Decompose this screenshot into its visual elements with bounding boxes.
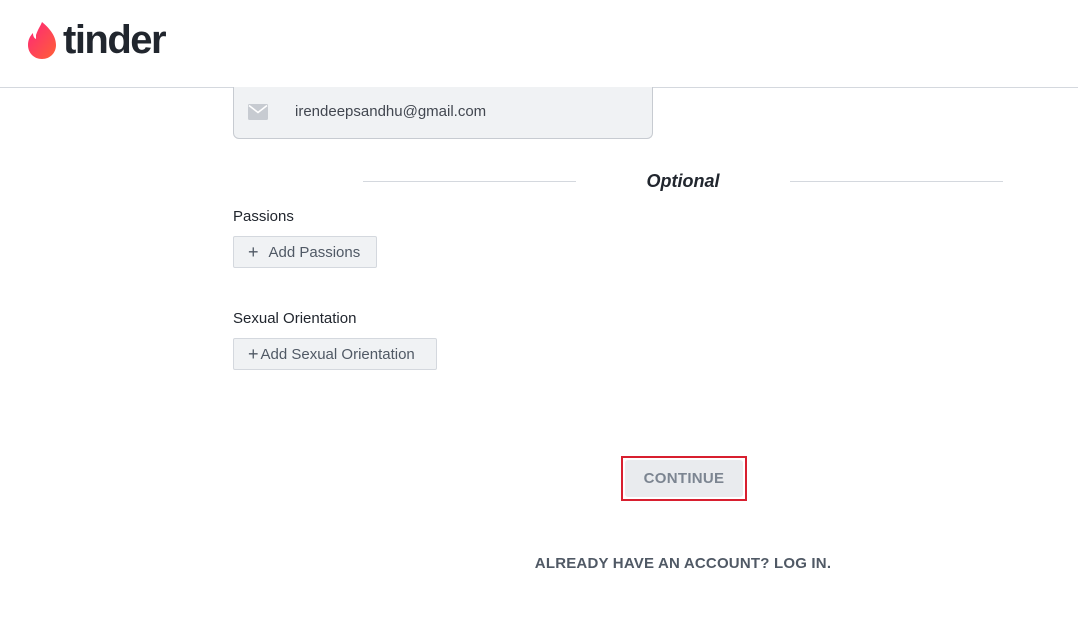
add-passions-label: Add Passions <box>268 243 361 261</box>
signup-page: tinder Optional Passions + Add Passions … <box>0 0 1078 637</box>
login-link[interactable]: ALREADY HAVE AN ACCOUNT? LOG IN. <box>500 555 866 572</box>
flame-icon <box>26 21 58 59</box>
logo-wordmark: tinder <box>63 18 167 62</box>
plus-icon: + <box>248 241 259 262</box>
header: tinder <box>0 0 1078 88</box>
tinder-logo[interactable]: tinder <box>26 18 167 62</box>
add-sexual-orientation-label: Add Sexual Orientation <box>260 345 415 363</box>
optional-heading: Optional <box>646 171 720 191</box>
plus-icon: + <box>248 343 259 364</box>
sexual-orientation-label: Sexual Orientation <box>233 310 357 327</box>
optional-divider-right <box>790 181 1003 182</box>
continue-highlight: CONTINUE <box>621 456 747 501</box>
passions-label: Passions <box>233 208 294 225</box>
optional-divider-left <box>363 181 576 182</box>
email-field[interactable] <box>233 87 653 139</box>
continue-button[interactable]: CONTINUE <box>625 460 743 497</box>
mail-icon <box>248 104 268 125</box>
add-sexual-orientation-button[interactable]: + Add Sexual Orientation <box>233 338 437 370</box>
email-input[interactable] <box>295 103 635 120</box>
add-passions-button[interactable]: + Add Passions <box>233 236 377 268</box>
